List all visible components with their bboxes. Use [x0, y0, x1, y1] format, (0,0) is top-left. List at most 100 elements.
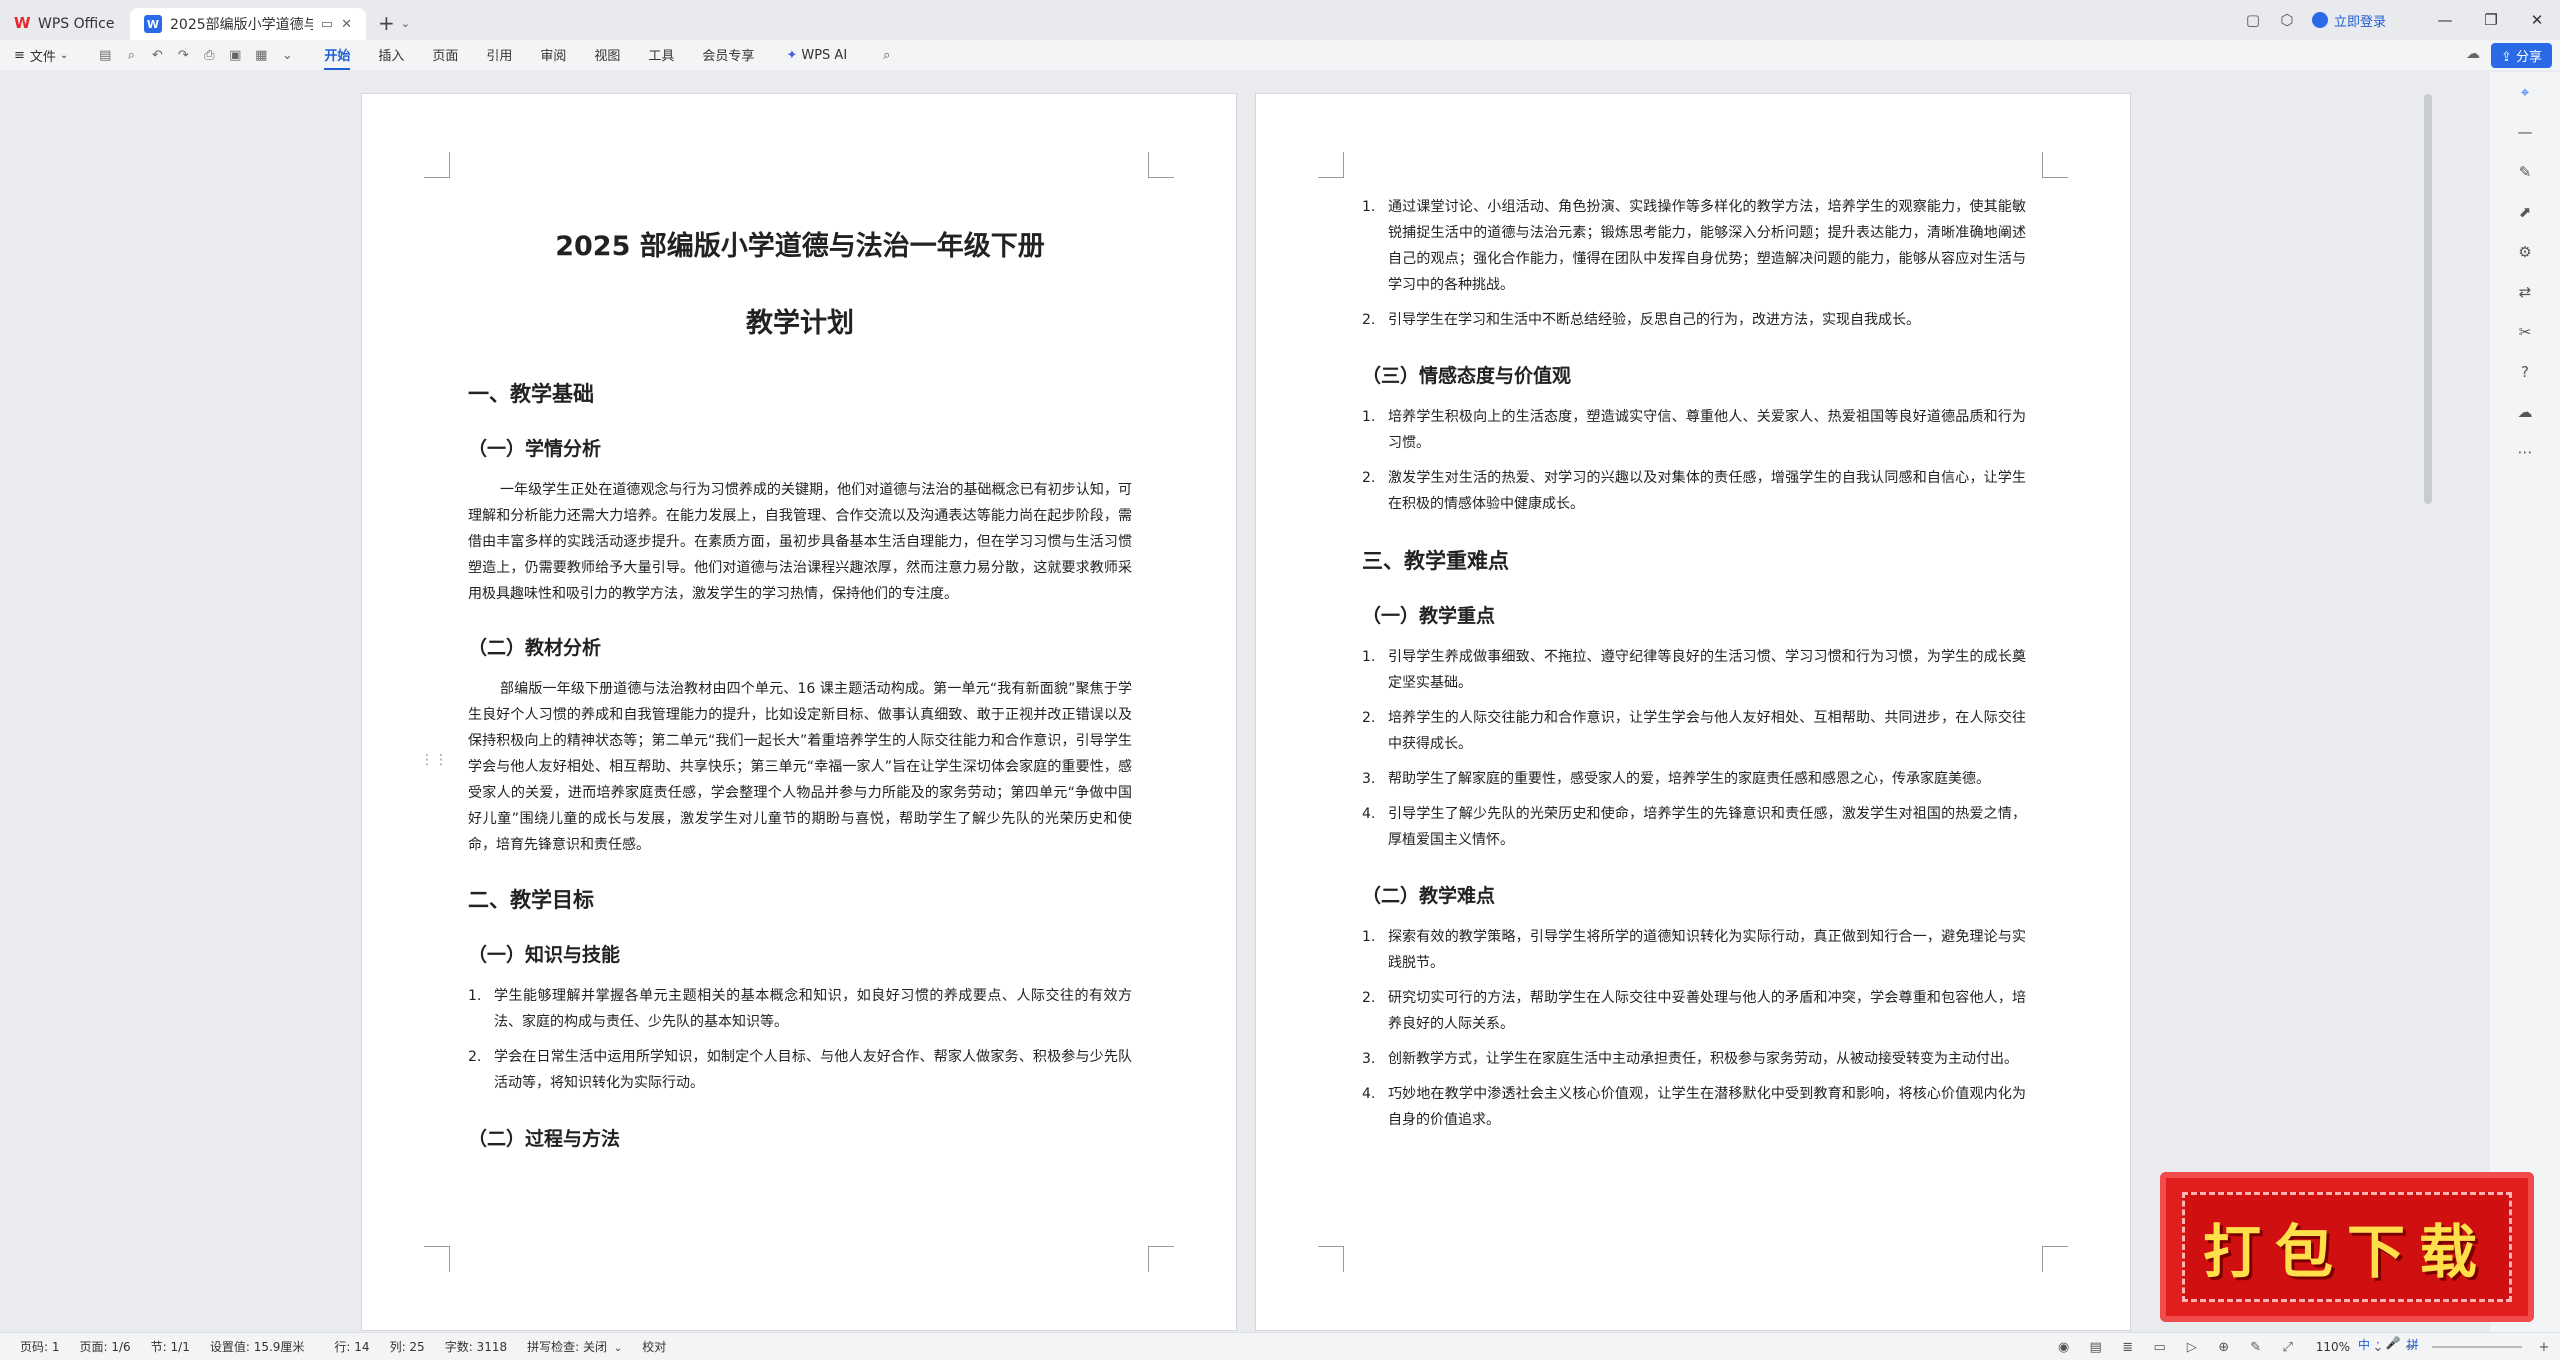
read-mode-icon[interactable]: ▭: [2144, 1340, 2176, 1355]
list-item[interactable]: 1. 通过课堂讨论、小组活动、角色扮演、实践操作等多样化的教学方法，培养学生的观察…: [1362, 194, 2026, 298]
tools-icon[interactable]: ✂: [2490, 312, 2560, 352]
wps-ai-button[interactable]: ✦ WPS AI: [786, 48, 847, 63]
ime-mode[interactable]: 中: [2358, 1336, 2370, 1353]
list-number: 1.: [1362, 199, 1376, 215]
pin-icon[interactable]: ▭: [321, 17, 333, 32]
zoom-in-icon[interactable]: +: [2528, 1340, 2560, 1355]
search-icon[interactable]: ⌕: [883, 48, 890, 63]
status-proofread[interactable]: 校对: [642, 1338, 666, 1355]
print-preview-icon[interactable]: ▣: [222, 48, 248, 63]
list-item[interactable]: 3. 帮助学生了解家庭的重要性，感受家人的爱，培养学生的家庭责任感和感恩之心，传承…: [1362, 766, 2026, 792]
outline-view-icon[interactable]: ≣: [2112, 1340, 2144, 1355]
status-spellcheck[interactable]: 拼写检查: 关闭 ⌄: [527, 1338, 622, 1355]
status-section[interactable]: 节: 1/1: [151, 1338, 190, 1355]
file-menu[interactable]: ≡ 文件 ⌄: [14, 46, 68, 65]
cloud-sync-icon[interactable]: ☁: [2466, 46, 2480, 62]
tab-list-chevron-icon[interactable]: ⌄: [401, 17, 410, 30]
web-view-icon[interactable]: ⊕: [2208, 1340, 2240, 1355]
menu-page[interactable]: 页面: [432, 41, 458, 70]
drag-handle-icon[interactable]: ⋮⋮: [420, 752, 448, 768]
more-chevron-icon[interactable]: ⌄: [274, 48, 300, 63]
pen-icon[interactable]: ✎: [2240, 1340, 2272, 1355]
cube-icon[interactable]: ⬡: [2270, 11, 2304, 29]
status-setting-value[interactable]: 设置值: 15.9厘米: [210, 1338, 305, 1355]
list-item[interactable]: 4. 巧妙地在教学中渗透社会主义核心价值观，让学生在潜移默化中受到教育和影响，将核…: [1362, 1081, 2026, 1133]
menu-member[interactable]: 会员专享: [702, 41, 754, 70]
list-item[interactable]: 2. 激发学生对生活的热爱、对学习的兴趣以及对集体的责任感，增强学生的自我认同感和…: [1362, 465, 2026, 517]
status-page-number[interactable]: 页码: 1: [20, 1338, 60, 1355]
menu-tools[interactable]: 工具: [648, 41, 674, 70]
menu-view[interactable]: 视图: [594, 41, 620, 70]
list-number: 4.: [1362, 1086, 1376, 1102]
undo-icon[interactable]: ↶: [144, 48, 170, 63]
list-item[interactable]: 2. 培养学生的人际交往能力和合作意识，让学生学会与他人友好相处、互相帮助、共同进…: [1362, 705, 2026, 757]
list-text: 激发学生对生活的热爱、对学习的兴趣以及对集体的责任感，增强学生的自我认同感和自信…: [1388, 470, 2026, 512]
location-pin-icon[interactable]: ⌖: [2490, 72, 2560, 112]
minimize-button[interactable]: —: [2422, 11, 2468, 29]
list-item[interactable]: 2. 引导学生在学习和生活中不断总结经验，反思自己的行为，改进方法，实现自我成长。: [1362, 307, 2026, 333]
document-page-2[interactable]: 1. 通过课堂讨论、小组活动、角色扮演、实践操作等多样化的教学方法，培养学生的观察…: [1256, 94, 2130, 1330]
open-icon[interactable]: ⌕: [118, 48, 144, 63]
ime-toolbar[interactable]: 中 · 🎤 拼: [2358, 1336, 2425, 1353]
list-item[interactable]: 1. 学生能够理解并掌握各单元主题相关的基本概念和知识，如良好习惯的养成要点、人际…: [468, 983, 1132, 1035]
paragraph-student-analysis[interactable]: 一年级学生正处在道德观念与行为习惯养成的关键期，他们对道德与法治的基础概念已有初…: [468, 477, 1132, 607]
share-button[interactable]: ⇪ 分享: [2490, 43, 2552, 68]
restore-button[interactable]: ❐: [2468, 11, 2514, 29]
format-painter-icon[interactable]: ▦: [248, 48, 274, 63]
play-icon[interactable]: ▷: [2176, 1340, 2208, 1355]
document-tab[interactable]: W 2025部编版小学道德与法治 ▭ ✕: [130, 8, 366, 40]
print-icon[interactable]: ⎙: [196, 48, 222, 63]
menu-home[interactable]: 开始: [324, 41, 351, 70]
paragraph-textbook-analysis[interactable]: 部编版一年级下册道德与法治教材由四个单元、16 课主题活动构成。第一单元“我有新…: [468, 676, 1132, 858]
zoom-level[interactable]: 110%: [2316, 1340, 2350, 1354]
save-icon[interactable]: ▤: [92, 48, 118, 63]
list-item[interactable]: 1. 引导学生养成做事细致、不拖拉、遵守纪律等良好的生活习惯、学习习惯和行为习惯，…: [1362, 644, 2026, 696]
collapse-icon[interactable]: —: [2490, 112, 2560, 152]
zoom-slider[interactable]: [2432, 1346, 2522, 1348]
status-word-count[interactable]: 字数: 3118: [445, 1338, 507, 1355]
heading-key-points: （一）教学重点: [1362, 605, 1496, 627]
translate-icon[interactable]: ⇄: [2490, 272, 2560, 312]
more-icon[interactable]: ⋯: [2490, 432, 2560, 472]
redo-icon[interactable]: ↷: [170, 48, 196, 63]
list-text: 培养学生积极向上的生活态度，塑造诚实守信、尊重他人、关爱家人、热爱祖国等良好道德…: [1388, 409, 2026, 451]
adjust-settings-icon[interactable]: ⚙: [2490, 232, 2560, 272]
new-tab-button[interactable]: +: [378, 11, 395, 35]
margin-mark: [2042, 152, 2068, 178]
vertical-scrollbar[interactable]: [2424, 94, 2432, 504]
share-cloud-icon[interactable]: ☁: [2490, 392, 2560, 432]
page-view-icon[interactable]: ▤: [2080, 1340, 2112, 1355]
status-col[interactable]: 列: 25: [390, 1338, 425, 1355]
list-item[interactable]: 2. 学会在日常生活中运用所学知识，如制定个人目标、与他人友好合作、帮家人做家务、…: [468, 1044, 1132, 1096]
select-cursor-icon[interactable]: ⬈: [2490, 192, 2560, 232]
login-button[interactable]: 立即登录: [2311, 11, 2386, 30]
spellcheck-label: 拼写检查: 关闭: [527, 1340, 607, 1354]
edit-pen-icon[interactable]: ✎: [2490, 152, 2560, 192]
heading-emotion-values: （三）情感态度与价值观: [1362, 365, 1572, 387]
list-item[interactable]: 2. 研究切实可行的方法，帮助学生在人际交往中妥善处理与他人的矛盾和冲突，学会尊重…: [1362, 985, 2026, 1037]
list-item[interactable]: 1. 探索有效的教学策略，引导学生将所学的道德知识转化为实际行动，真正做到知行合一…: [1362, 924, 2026, 976]
status-pages[interactable]: 页面: 1/6: [80, 1338, 131, 1355]
menu-insert[interactable]: 插入: [378, 41, 404, 70]
menu-review[interactable]: 审阅: [540, 41, 566, 70]
ime-punct[interactable]: ·: [2376, 1336, 2380, 1353]
close-tab-icon[interactable]: ✕: [341, 17, 352, 32]
ime-pinyin[interactable]: 拼: [2407, 1336, 2419, 1353]
status-row[interactable]: 行: 14: [334, 1338, 369, 1355]
menu-references[interactable]: 引用: [486, 41, 512, 70]
title-bar: WPS Office W 2025部编版小学道德与法治 ▭ ✕ + ⌄ ▢ ⬡ …: [0, 0, 2560, 40]
document-canvas[interactable]: 2025 部编版小学道德与法治一年级下册 教学计划 一、教学基础 （一）学情分析…: [0, 72, 2490, 1332]
document-page-1[interactable]: 2025 部编版小学道德与法治一年级下册 教学计划 一、教学基础 （一）学情分析…: [362, 94, 1236, 1330]
ime-voice[interactable]: 🎤: [2386, 1336, 2401, 1353]
list-item[interactable]: 3. 创新教学方式，让学生在家庭生活中主动承担责任，积极参与家务劳动，从被动接受转…: [1362, 1046, 2026, 1072]
list-item[interactable]: 1. 培养学生积极向上的生活态度，塑造诚实守信、尊重他人、关爱家人、热爱祖国等良好…: [1362, 404, 2026, 456]
list-text: 创新教学方式，让学生在家庭生活中主动承担责任，积极参与家务劳动，从被动接受转变为…: [1388, 1051, 2018, 1067]
download-banner[interactable]: 打包下载: [2160, 1172, 2534, 1322]
list-item[interactable]: 4. 引导学生了解少先队的光荣历史和使命，培养学生的先锋意识和责任感，激发学生对祖…: [1362, 801, 2026, 853]
fit-width-icon[interactable]: ⤢: [2272, 1340, 2304, 1355]
layout-icon[interactable]: ▢: [2236, 11, 2270, 29]
close-window-button[interactable]: ✕: [2514, 11, 2560, 29]
eye-protection-icon[interactable]: ◉: [2048, 1340, 2080, 1355]
help-icon[interactable]: ?: [2490, 352, 2560, 392]
home-tab[interactable]: WPS Office: [0, 8, 130, 40]
